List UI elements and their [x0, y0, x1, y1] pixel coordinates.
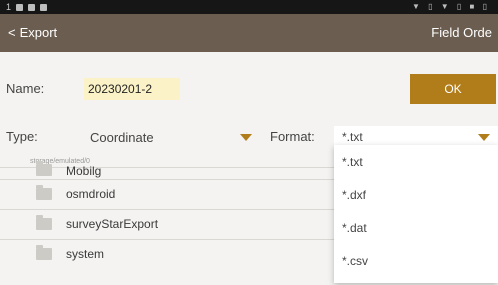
back-label: Export	[19, 25, 58, 40]
format-dropdown: *.txt *.dxf *.dat *.csv	[334, 145, 498, 283]
chevron-left-icon: <	[8, 25, 16, 40]
ok-button[interactable]: OK	[410, 74, 496, 104]
status-icons: ▼ ▯ ▼ ▯ ■ ▯	[412, 2, 490, 11]
file-name: surveyStarExport	[66, 217, 159, 231]
caret-down-icon	[240, 133, 252, 141]
type-label: Type:	[6, 129, 38, 144]
notification-icon	[28, 3, 36, 11]
name-row: Name: OK	[0, 74, 498, 104]
name-input[interactable]	[84, 78, 180, 100]
caret-down-icon	[478, 133, 490, 141]
type-value: Coordinate	[90, 129, 154, 145]
format-option[interactable]: *.dxf	[334, 178, 498, 211]
format-value: *.txt	[342, 130, 363, 144]
file-name: Mobilg	[66, 164, 102, 178]
folder-icon	[36, 185, 52, 200]
format-option[interactable]: *.csv	[334, 244, 498, 277]
folder-icon	[36, 245, 52, 260]
status-bar: 1 ▼ ▯ ▼ ▯ ■ ▯	[0, 0, 498, 14]
type-select[interactable]: Coordinate	[82, 126, 260, 148]
file-name: system	[66, 247, 105, 261]
folder-icon	[36, 161, 52, 176]
app-bar: < Export Field Orde	[0, 14, 498, 52]
folder-icon	[36, 215, 52, 230]
format-option[interactable]: *.txt	[334, 145, 498, 178]
notification-icon	[40, 3, 48, 11]
name-label: Name:	[6, 81, 45, 96]
notification-icon	[16, 3, 24, 11]
back-button[interactable]: < Export	[8, 25, 57, 40]
field-order-button[interactable]: Field Orde	[431, 25, 492, 40]
file-name: osmdroid	[66, 187, 116, 201]
status-time: 1	[6, 2, 12, 12]
format-option[interactable]: *.dat	[334, 211, 498, 244]
format-label: Format:	[270, 129, 315, 144]
